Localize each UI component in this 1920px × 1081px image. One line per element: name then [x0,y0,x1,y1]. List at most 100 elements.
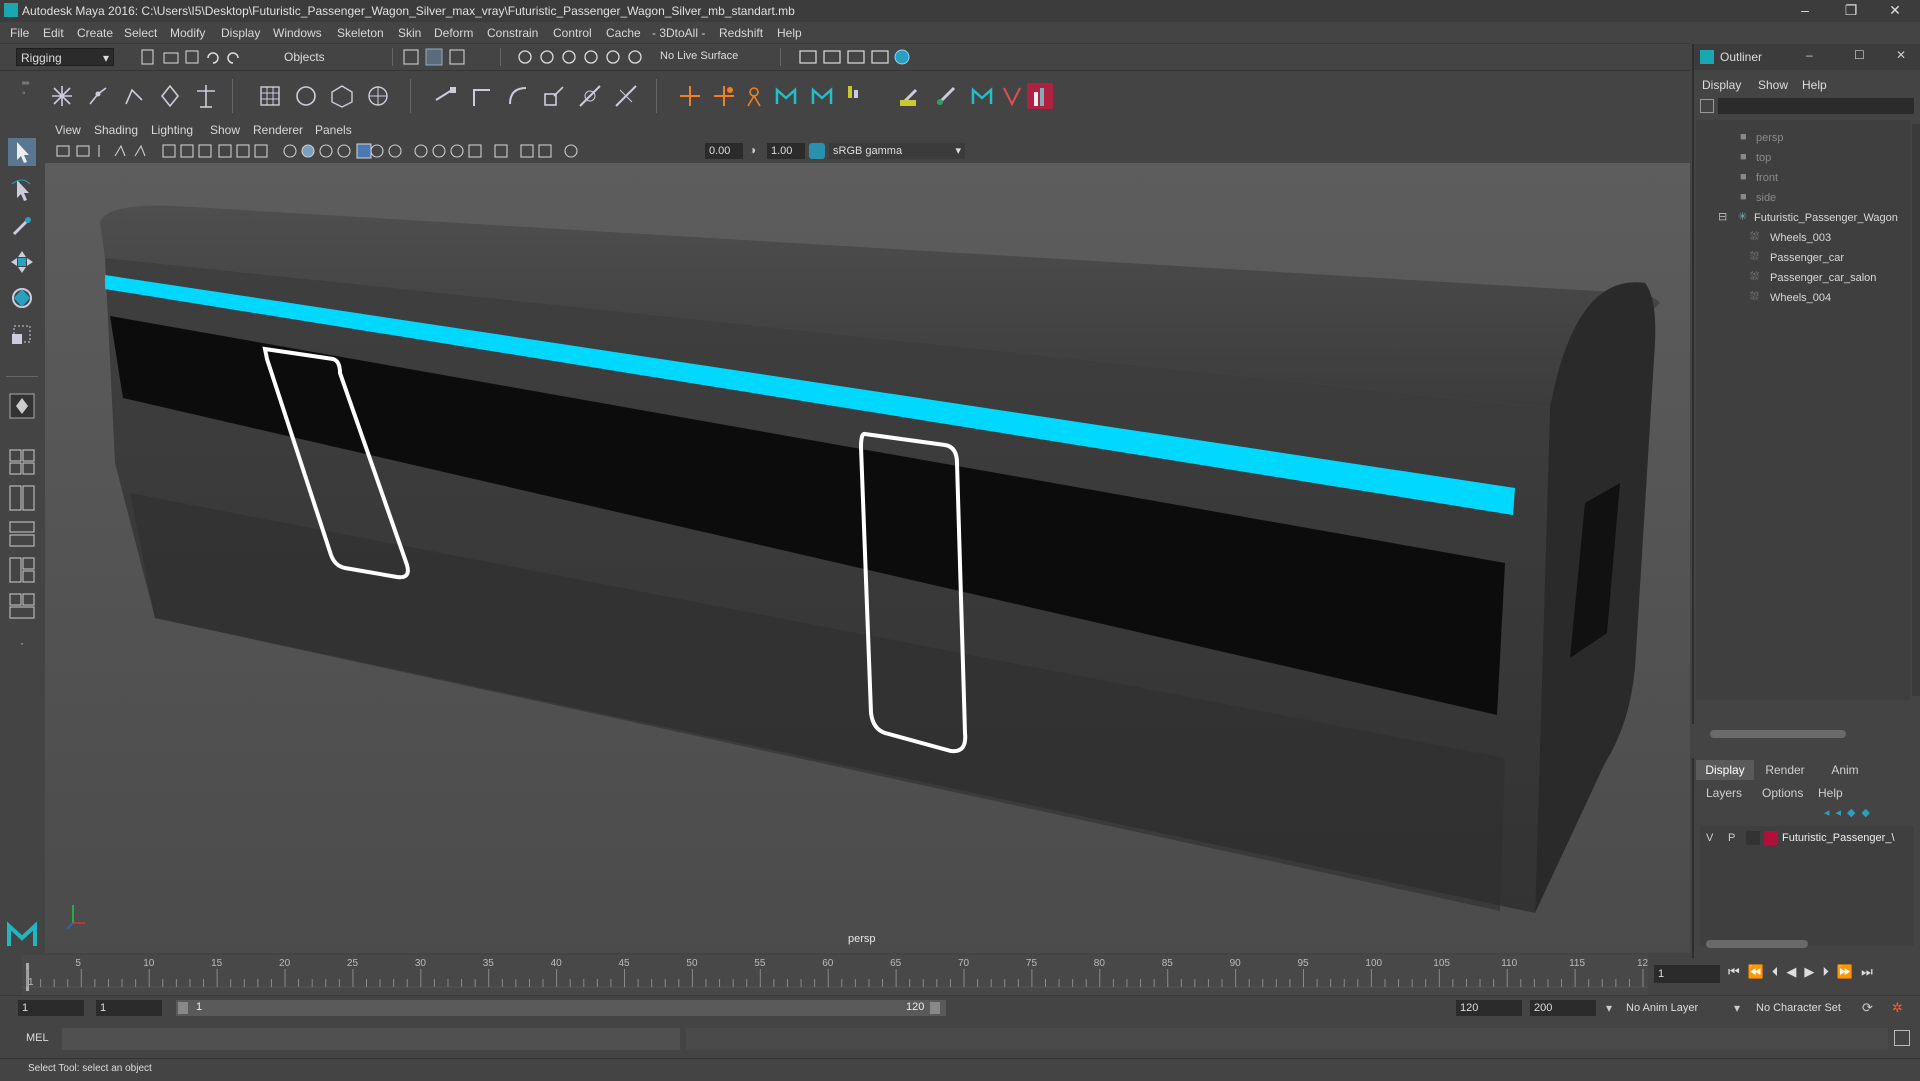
snap-icons[interactable] [516,48,648,66]
layer-action-icons[interactable]: ◂◂◆◆ [1824,806,1914,820]
constraint-scale-icon[interactable] [540,82,568,110]
menu-skeleton[interactable]: Skeleton [337,26,384,40]
locator-icon[interactable] [676,82,704,110]
selection-mode-dropdown[interactable]: Objects [280,48,380,66]
chevron-down-icon[interactable]: ▾ [1734,1001,1740,1015]
character-set-dropdown[interactable]: No Character Set [1756,1002,1841,1014]
command-input[interactable] [62,1028,680,1050]
more-layouts-icon[interactable]: · [12,636,32,656]
end-frame-field[interactable]: 200 [1530,1000,1596,1016]
layer-hscroll-thumb[interactable] [1706,940,1808,948]
select-mask-icons[interactable] [402,48,468,66]
hik-icon[interactable] [740,82,768,110]
range-bar[interactable]: 1 120 [176,1000,946,1016]
menu-windows[interactable]: Windows [273,26,322,40]
color-space-dropdown[interactable]: sRGB gamma ▾ [829,143,965,159]
menu-3dtoall[interactable]: - 3DtoAll - [652,26,705,40]
outliner-item-wagon-group[interactable]: ⊟ ✳ Futuristic_Passenger_Wagon [1696,208,1916,228]
playback-start-field[interactable]: 1 [96,1000,162,1016]
constraint-point-icon[interactable] [432,82,460,110]
color-management-icon[interactable] [809,143,825,159]
maximize-icon[interactable]: ☐ [1854,48,1865,62]
outliner-item-front[interactable]: ■ front [1696,168,1916,188]
outliner-item-passenger-car[interactable]: ⛆ Passenger_car [1696,248,1916,268]
outliner-item-wheels-003[interactable]: ⛆ Wheels_003 [1696,228,1916,248]
layer-type-toggle[interactable] [1746,831,1760,845]
locator-joint-icon[interactable] [710,82,738,110]
outliner-menu-show[interactable]: Show [1758,78,1788,92]
shelf-grip-icon[interactable]: ═ ◦ [22,79,29,99]
maya-m3-icon[interactable] [968,82,996,110]
tab-anim[interactable]: Anim [1816,760,1874,780]
outliner-item-passenger-car-salon[interactable]: ⛆ Passenger_car_salon [1696,268,1916,288]
menu-control[interactable]: Control [553,26,592,40]
persp-graph-layout-icon[interactable] [8,592,36,620]
outliner-item-top[interactable]: ■ top [1696,148,1916,168]
move-tool-icon[interactable] [8,248,36,276]
menu-display[interactable]: Display [221,26,260,40]
vp-menu-lighting[interactable]: Lighting [151,123,193,137]
ik-spline-icon[interactable] [120,82,148,110]
tab-render[interactable]: Render [1756,760,1814,780]
outliner-search-input[interactable] [1718,98,1914,114]
layer-row[interactable]: V P Futuristic_Passenger_\ [1700,828,1914,848]
menu-file[interactable]: File [10,26,29,40]
viewport-toolbar-icons[interactable] [55,143,705,159]
exposure-field[interactable]: 0.00 [705,143,743,159]
gamma-field[interactable]: 1.00 [767,143,805,159]
restore-button[interactable]: ❐ [1828,0,1874,22]
auto-key-icon[interactable]: ⟳ [1862,1000,1873,1016]
preferences-icon[interactable]: ✲ [1892,1000,1903,1016]
select-tool-icon[interactable] [8,138,36,166]
playback-end-field[interactable]: 120 [1456,1000,1522,1016]
vp-menu-renderer[interactable]: Renderer [253,123,303,137]
rotate-tool-icon[interactable] [8,284,36,312]
four-view-layout-icon[interactable] [8,448,36,476]
collapse-icon[interactable]: ⊟ [1718,210,1727,223]
live-surface-label[interactable]: No Live Surface [660,50,738,62]
maya-m2-icon[interactable] [808,82,836,110]
playback-controls[interactable]: ⏮⏪⏴◀▶⏵⏩⏭ [1728,964,1918,984]
paint-weights-icon[interactable] [842,82,870,110]
minimize-button[interactable]: – [1782,0,1828,22]
lasso-tool-icon[interactable] [8,176,36,204]
start-frame-field[interactable]: 1 [18,1000,84,1016]
layer-playback-toggle[interactable]: P [1728,832,1735,844]
skeleton-icon[interactable] [192,82,220,110]
command-language-label[interactable]: MEL [26,1032,49,1044]
menu-create[interactable]: Create [77,26,113,40]
layer-visibility-toggle[interactable]: V [1706,832,1713,844]
paint-select-icon[interactable] [8,212,36,240]
mode-dropdown[interactable]: Rigging ▾ [16,48,114,66]
cluster-icon[interactable] [292,82,320,110]
minimize-icon[interactable]: – [1806,48,1813,62]
constraint-parent-icon[interactable] [576,82,604,110]
timeline-ruler[interactable]: 15 10 15 20 25 30 35 40 45 50 55 60 65 70 75 80 85 90 95 10… [22,955,1648,995]
menu-select[interactable]: Select [124,26,157,40]
blend-shape-icon[interactable] [364,82,392,110]
outliner-item-persp[interactable]: ■ persp [1696,128,1916,148]
menu-redshift[interactable]: Redshift [719,26,763,40]
redshift-icon[interactable] [1026,82,1054,110]
current-frame-field[interactable]: 1 [1654,965,1720,983]
paint-brush-icon[interactable] [932,82,960,110]
scene-render[interactable] [45,163,1690,953]
constraint-orient-icon[interactable] [504,82,532,110]
outliner-hscroll-thumb[interactable] [1710,730,1846,738]
constraint-aim-icon[interactable] [468,82,496,110]
gamma-icon[interactable]: ◑ [749,143,763,159]
outliner-menu-help[interactable]: Help [1802,78,1827,92]
bind-skin-icon[interactable] [156,82,184,110]
close-icon[interactable]: ✕ [1896,48,1906,62]
lattice-icon[interactable] [256,82,284,110]
joint-tool-icon[interactable] [48,82,76,110]
maya-m-icon[interactable] [772,82,800,110]
vp-menu-show[interactable]: Show [210,123,240,137]
range-end-handle[interactable] [930,1002,940,1014]
single-view-layout-icon[interactable] [8,392,36,420]
redshift-v-icon[interactable] [998,82,1026,110]
tab-display[interactable]: Display [1696,760,1754,780]
anim-layer-dropdown[interactable]: No Anim Layer [1626,1002,1698,1014]
render-icons[interactable] [798,48,918,66]
skin-paint-icon[interactable] [896,82,924,110]
